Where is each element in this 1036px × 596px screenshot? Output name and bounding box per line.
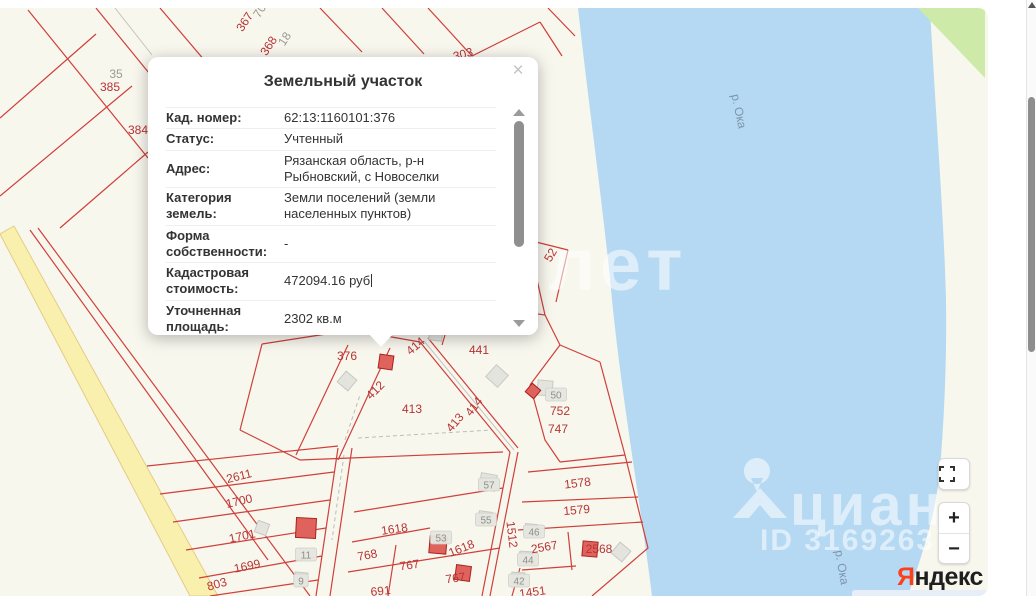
popup-row-label: Кадастровая стоимость:	[166, 265, 284, 298]
scroll-down-icon[interactable]	[513, 320, 525, 327]
zoom-controls: + −	[938, 502, 970, 564]
fullscreen-button[interactable]	[938, 458, 970, 490]
red-building	[378, 354, 394, 370]
popup-row: Форма собственности:-	[166, 226, 496, 264]
building-tag: 46	[528, 528, 540, 539]
popup-row-label: Статус:	[166, 131, 284, 147]
yandex-logo-ya: Я	[897, 563, 914, 591]
parcel-label: 747	[548, 422, 568, 436]
page-scrollbar	[1026, 0, 1036, 596]
red-building	[295, 517, 316, 538]
building-tag: 50	[550, 391, 562, 402]
parcel-label: 752	[550, 404, 570, 418]
watermark-fragment: лет	[548, 223, 688, 306]
text-caret	[371, 274, 372, 287]
popup-row-value: 62:13:1160101:376	[284, 110, 496, 126]
popup-row: Кадастровая стоимость:472094.16 руб	[166, 263, 496, 301]
page-scroll-up-icon[interactable]	[1028, 2, 1036, 8]
popup-tail	[368, 333, 394, 347]
popup-rows: Кад. номер:62:13:1160101:376Статус:Учтен…	[166, 107, 496, 335]
popup-scrollbar	[512, 105, 526, 327]
yandex-logo[interactable]: Яндекс	[897, 563, 983, 592]
copyright-chip	[852, 590, 988, 596]
scroll-up-icon[interactable]	[513, 109, 525, 116]
popup-row: Статус:Учтенный	[166, 129, 496, 150]
parcel-label: 35	[109, 67, 123, 81]
building-tag: 57	[483, 481, 495, 492]
popup-row: Кад. номер:62:13:1160101:376	[166, 108, 496, 129]
popup-row-value: -	[284, 236, 496, 252]
popup-scroll-thumb[interactable]	[514, 121, 524, 247]
parcel-label: 413	[402, 402, 422, 416]
popup-row-value: Земли поселений (земли населенных пункто…	[284, 190, 496, 223]
parcel-label: 376	[337, 349, 357, 363]
parcel-label: 691	[370, 583, 392, 596]
yandex-logo-rest: ндекс	[914, 563, 982, 591]
page-scroll-thumb[interactable]	[1028, 97, 1035, 352]
popup-row-label: Категория земель:	[166, 190, 284, 223]
parcel-label: 767	[445, 570, 467, 587]
popup-row-label: Уточненная площадь:	[166, 303, 284, 336]
popup-row: Уточненная площадь:2302 кв.м	[166, 301, 496, 336]
popup-row-value: Рязанская область, р-н Рыбновский, с Нов…	[284, 153, 496, 186]
parcel-label: 441	[469, 343, 489, 357]
close-icon[interactable]: ×	[508, 61, 528, 81]
zoom-in-button[interactable]: +	[939, 503, 969, 534]
popup-row: Адрес:Рязанская область, р-н Рыбновский,…	[166, 151, 496, 189]
popup-row-value: 2302 кв.м	[284, 311, 496, 327]
popup-title: Земельный участок	[148, 73, 538, 91]
popup-row-label: Форма собственности:	[166, 228, 284, 261]
building-tag: 53	[435, 534, 447, 545]
popup-row-label: Адрес:	[166, 161, 284, 177]
parcel-label: 767	[399, 557, 421, 574]
parcel-label: 384	[128, 123, 148, 137]
building-tag: 55	[480, 516, 492, 527]
popup-row-value: Учтенный	[284, 131, 496, 147]
parcel-info-popup: Земельный участок × Кад. номер:62:13:116…	[148, 57, 538, 335]
building-tag: 11	[301, 551, 312, 562]
parcel-label: 2568	[586, 542, 613, 556]
popup-row-label: Кад. номер:	[166, 110, 284, 126]
fullscreen-icon	[939, 466, 955, 482]
popup-row: Категория земель:Земли поселений (земли …	[166, 188, 496, 226]
parcel-label: 1579	[563, 502, 591, 518]
zoom-out-button[interactable]: −	[939, 534, 969, 565]
building-tag: 9	[298, 577, 304, 588]
popup-row-value: 472094.16 руб	[284, 273, 496, 289]
parcel-label: 385	[100, 80, 120, 94]
building-tag: 44	[522, 556, 534, 567]
